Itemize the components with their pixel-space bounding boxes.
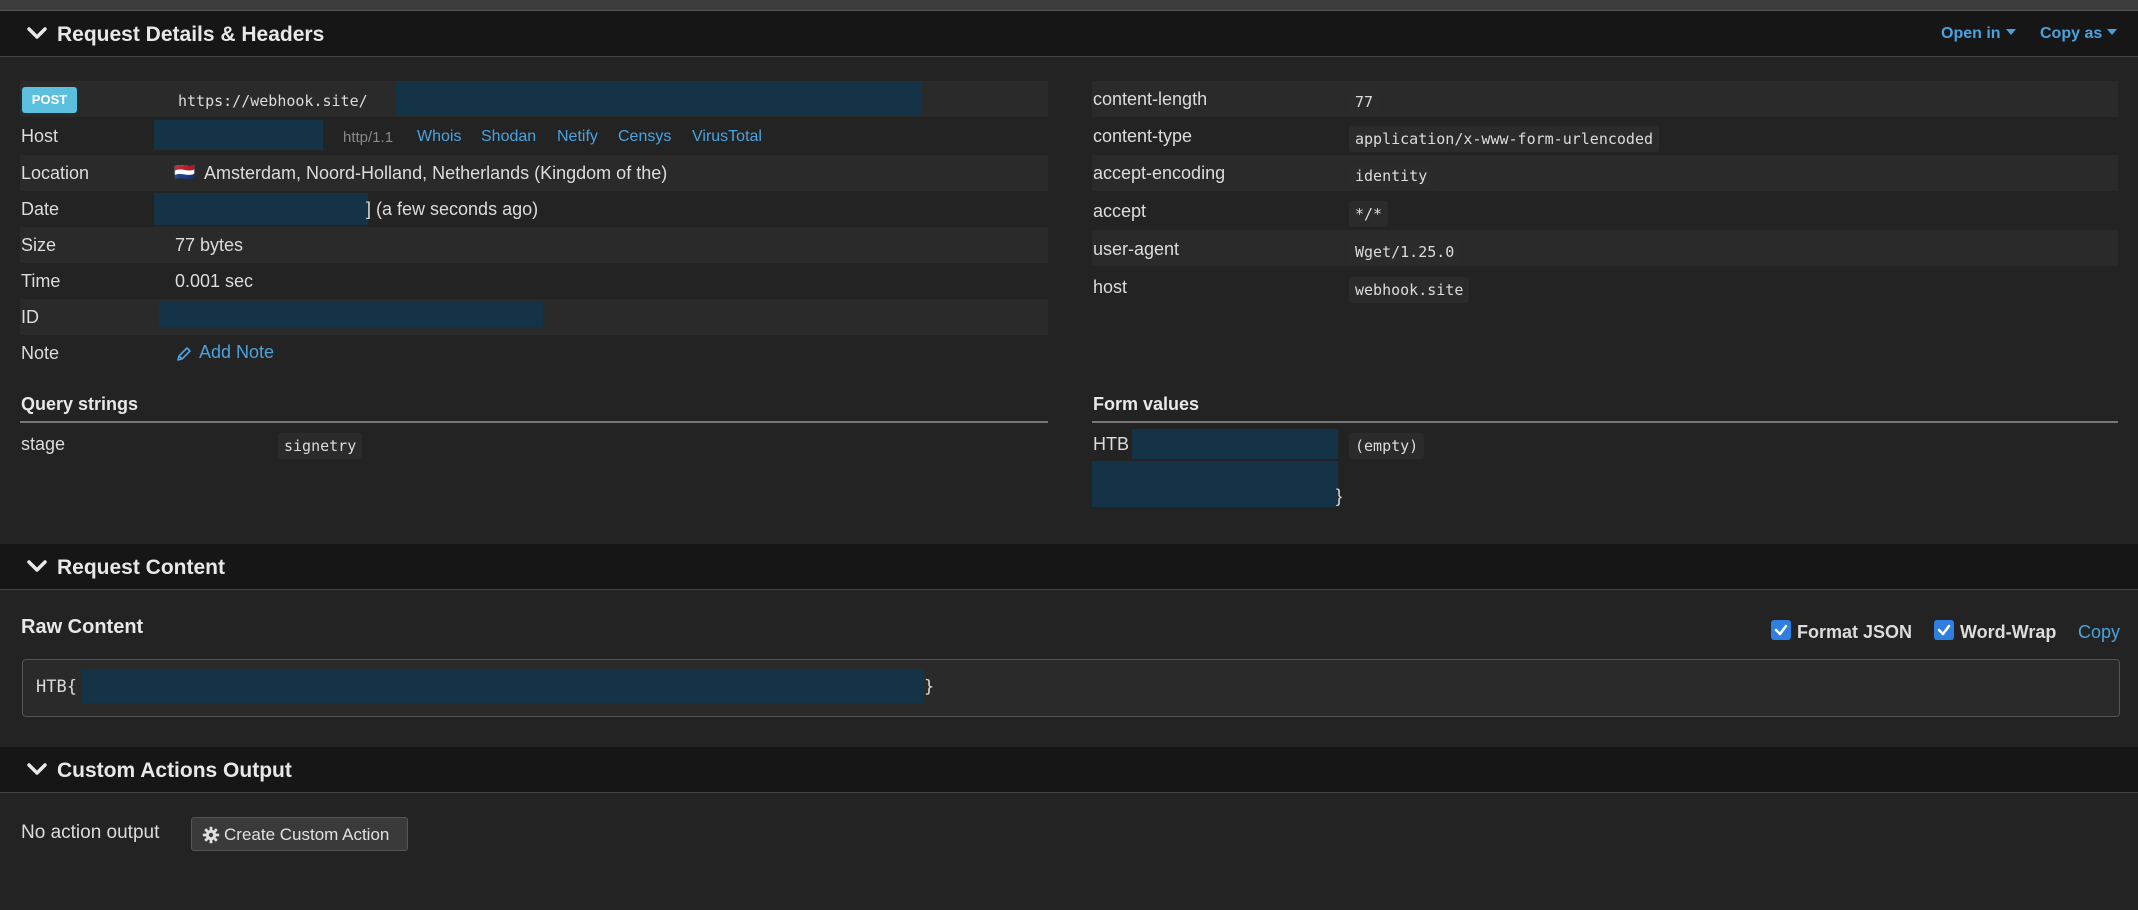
whois-link[interactable]: Whois <box>417 128 461 146</box>
section-header-request-content[interactable]: Request Content <box>0 544 2138 590</box>
row-stripe <box>1092 81 2118 117</box>
redacted-url <box>396 81 922 115</box>
header-name: accept-encoding <box>1093 163 1226 183</box>
time-label: Time <box>21 271 61 291</box>
no-action-output: No action output <box>21 822 160 843</box>
header-name: accept <box>1093 201 1147 221</box>
header-name: content-type <box>1093 126 1193 146</box>
create-custom-action-button[interactable]: Create Custom Action <box>191 817 408 851</box>
format-json-label[interactable]: Format JSON <box>1797 622 1912 643</box>
size-value: 77 bytes <box>175 235 244 255</box>
redacted-date <box>154 193 368 225</box>
redacted-raw-content <box>82 669 924 703</box>
form-value: (empty) <box>1349 433 1425 459</box>
redacted-form-name <box>1092 461 1338 507</box>
row-stripe <box>1092 230 2118 266</box>
header-value: */* <box>1349 201 1389 227</box>
gear-icon <box>202 826 220 844</box>
open-in-dropdown[interactable]: Open in <box>1941 25 2016 43</box>
raw-prefix: HTB{ <box>36 677 77 697</box>
checkmark-icon <box>1937 624 1951 636</box>
virustotal-link[interactable]: VirusTotal <box>692 128 762 146</box>
copy-raw-button[interactable]: Copy <box>2078 622 2120 643</box>
section-title: Request Content <box>57 556 225 579</box>
location-label: Location <box>21 163 90 183</box>
chevron-down-icon <box>27 27 47 39</box>
caret-down-icon <box>2005 29 2016 36</box>
query-value: signetry <box>278 433 363 459</box>
header-name: user-agent <box>1093 239 1180 259</box>
header-value: Wget/1.25.0 <box>1349 239 1461 265</box>
top-strip <box>0 0 2138 11</box>
id-label: ID <box>21 307 39 327</box>
raw-suffix: } <box>924 677 935 697</box>
header-value: application/x-www-form-urlencoded <box>1349 126 1660 152</box>
host-label: Host <box>21 126 59 146</box>
section-title: Custom Actions Output <box>57 759 292 782</box>
query-name: stage <box>21 434 66 454</box>
note-label: Note <box>21 343 60 363</box>
format-json-checkbox[interactable] <box>1771 620 1791 640</box>
censys-link[interactable]: Censys <box>618 128 671 146</box>
section-header-custom-actions[interactable]: Custom Actions Output <box>0 747 2138 793</box>
form-name-closing: } <box>1336 486 1343 506</box>
request-url[interactable]: https://webhook.site/ <box>172 88 374 114</box>
shodan-link[interactable]: Shodan <box>481 128 536 146</box>
checkmark-icon <box>1774 624 1788 636</box>
method-badge: POST <box>22 87 77 113</box>
chevron-down-icon <box>27 763 47 775</box>
section-header-request-details[interactable]: Request Details & Headers <box>0 11 2138 57</box>
netify-link[interactable]: Netify <box>557 128 598 146</box>
host-protocol: http/1.1 <box>343 129 394 146</box>
redacted-form-name <box>1132 429 1338 459</box>
divider <box>20 421 1048 423</box>
form-values-title: Form values <box>1093 394 1200 414</box>
raw-content-title: Raw Content <box>21 616 144 638</box>
create-custom-action-label: Create Custom Action <box>224 825 390 844</box>
copy-as-dropdown[interactable]: Copy as <box>2040 25 2118 43</box>
section-title: Request Details & Headers <box>57 23 325 46</box>
date-label: Date <box>21 199 60 219</box>
netherlands-flag-icon: 🇳🇱 <box>174 163 196 182</box>
size-label: Size <box>21 235 57 255</box>
word-wrap-checkbox[interactable] <box>1934 620 1954 640</box>
date-relative: ] (a few seconds ago) <box>366 199 539 219</box>
location-value: Amsterdam, Noord-Holland, Netherlands (K… <box>204 163 668 183</box>
add-note-label: Add Note <box>199 342 275 362</box>
header-value: webhook.site <box>1349 277 1470 303</box>
header-name: content-length <box>1093 89 1208 109</box>
redacted-host <box>154 120 323 150</box>
caret-down-icon <box>2107 29 2118 36</box>
pencil-icon <box>177 347 191 361</box>
chevron-down-icon <box>27 560 47 572</box>
header-name: host <box>1093 277 1128 297</box>
query-strings-title: Query strings <box>21 394 139 414</box>
time-value: 0.001 sec <box>175 271 254 291</box>
row-stripe <box>1092 155 2118 191</box>
header-value: identity <box>1349 163 1434 189</box>
header-value: 77 <box>1349 89 1380 115</box>
form-name-prefix: HTB <box>1093 434 1129 454</box>
divider <box>1092 421 2118 423</box>
redacted-id <box>159 301 543 327</box>
word-wrap-label[interactable]: Word-Wrap <box>1960 622 2056 643</box>
